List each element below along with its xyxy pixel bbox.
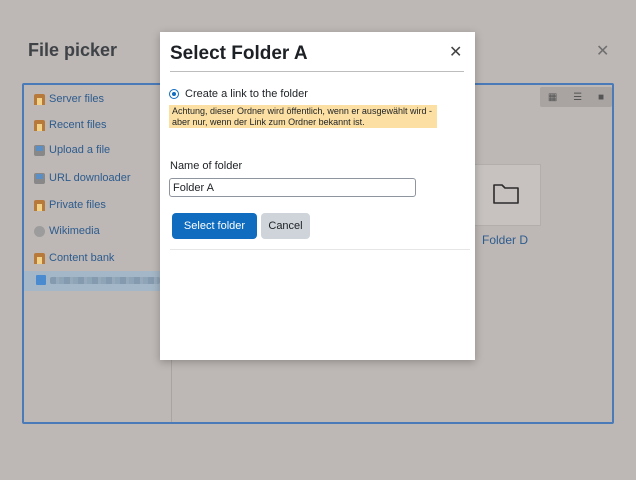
list-view-icon[interactable]: ☰ (573, 92, 582, 103)
repository-item-url-downloader[interactable]: URL downloader (34, 170, 131, 186)
repository-icon (34, 93, 45, 105)
repository-label: Wikimedia (49, 225, 100, 237)
file-picker-title: File picker (28, 40, 118, 60)
repository-item-recent-files[interactable]: Recent files (34, 117, 106, 133)
repository-sidebar: Server files Recent files Upload a file … (24, 85, 172, 422)
repository-label: Content bank (49, 252, 115, 264)
dialog-footer-divider (170, 249, 470, 250)
dialog-divider (170, 71, 464, 72)
repository-item-private-files[interactable]: Private files (34, 197, 106, 213)
repository-item-active[interactable] (24, 271, 170, 291)
repository-icon (34, 119, 45, 131)
repository-item-upload-a-file[interactable]: Upload a file (34, 142, 110, 158)
folder-tile-label[interactable]: Folder D (482, 233, 528, 247)
redacted-repository-label (50, 277, 160, 284)
repository-label: URL downloader (49, 172, 131, 184)
link-radio[interactable] (169, 89, 179, 99)
repository-icon (34, 199, 45, 211)
repository-icon (34, 252, 45, 264)
select-folder-dialog: Select Folder A ✕ Create a link to the f… (160, 32, 475, 360)
folder-view-icon[interactable]: ■ (598, 92, 604, 103)
repository-item-content-bank[interactable]: Content bank (34, 250, 114, 266)
select-folder-button[interactable]: Select folder (172, 213, 257, 239)
repository-label: Upload a file (49, 144, 111, 156)
close-icon[interactable]: ✕ (449, 45, 462, 61)
repository-label: Private files (49, 199, 106, 211)
upload-icon (34, 144, 45, 156)
view-toolbar: ▦ ☰ ■ (540, 87, 612, 107)
file-picker-close-icon[interactable]: ✕ (596, 44, 609, 60)
folder-name-label: Name of folder (170, 160, 243, 172)
folder-name-input[interactable] (169, 178, 416, 197)
folder-icon (493, 184, 519, 204)
public-warning: Achtung, dieser Ordner wird öffentlich, … (169, 105, 437, 128)
dialog-title: Select Folder A (170, 43, 308, 64)
repository-item-wikimedia[interactable]: Wikimedia (34, 223, 100, 239)
repository-item-server-files[interactable]: Server files (34, 91, 104, 107)
link-option[interactable]: Create a link to the folder (169, 88, 308, 100)
repository-label: Recent files (49, 119, 107, 131)
repository-badge-icon (36, 275, 46, 285)
link-radio-label: Create a link to the folder (185, 88, 308, 100)
globe-icon (34, 225, 45, 237)
repository-label: Server files (49, 93, 105, 105)
cancel-button[interactable]: Cancel (261, 213, 310, 239)
grid-view-icon[interactable]: ▦ (548, 92, 557, 103)
folder-tile[interactable] (467, 164, 541, 226)
upload-icon (34, 172, 45, 184)
